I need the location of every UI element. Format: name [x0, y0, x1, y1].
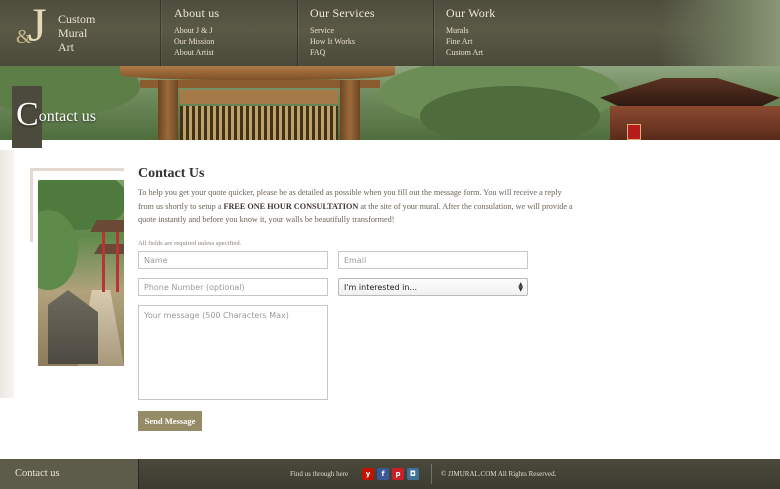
site-logo[interactable]: & J Custom Mural Art [12, 2, 162, 60]
email-field[interactable]: Email [338, 251, 528, 269]
contact-heading: Contact Us [138, 166, 205, 181]
pagoda-door [627, 124, 641, 140]
painting-pillar [116, 232, 119, 292]
gate-post [158, 80, 178, 140]
interest-select-value: I'm interested in... [344, 283, 418, 292]
page-title: Contact us [16, 98, 96, 132]
gate-post [340, 80, 360, 140]
footer: Contact us Find us through here y f p ◘ … [0, 459, 780, 489]
nav-heading-services[interactable]: Our Services [310, 6, 375, 21]
nav-link-faq[interactable]: FAQ [310, 47, 375, 58]
name-field[interactable]: Name [138, 251, 328, 269]
nav-link-how-it-works[interactable]: How It Works [310, 36, 375, 47]
nav-link-about-artist[interactable]: About Artist [174, 47, 219, 58]
gate-roof [120, 66, 395, 80]
facebook-icon[interactable]: f [377, 468, 389, 480]
nav-divider [433, 0, 434, 66]
gate-panel [180, 90, 338, 104]
logo-line-3: Art [58, 40, 74, 54]
pagoda-roof [600, 78, 780, 106]
footer-title: Contact us [15, 468, 60, 479]
side-strip [0, 150, 14, 398]
select-arrows-icon: ▲ ▼ [518, 281, 523, 293]
painting-pillar [102, 232, 105, 292]
interest-select[interactable]: I'm interested in... ▲ ▼ [338, 278, 528, 296]
nav-group-work: Our Work Murals Fine Art Custom Art [446, 6, 495, 58]
contact-intro: To help you get your quote quicker, plea… [138, 186, 578, 227]
nav-link-murals[interactable]: Murals [446, 25, 495, 36]
nav-link-service[interactable]: Service [310, 25, 375, 36]
top-navigation: & J Custom Mural Art About us About J & … [0, 0, 780, 66]
page-title-initial: C [16, 96, 39, 133]
phone-field[interactable]: Phone Number (optional) [138, 278, 328, 296]
find-us-label: Find us through here [290, 470, 349, 478]
required-fields-note: All fields are required unless specified… [138, 240, 242, 247]
nav-heading-about[interactable]: About us [174, 6, 219, 21]
instagram-icon[interactable]: ◘ [407, 468, 419, 480]
send-message-button[interactable]: Send Message [138, 411, 202, 431]
nav-link-custom-art[interactable]: Custom Art [446, 47, 495, 58]
mural-painting-image [38, 180, 124, 366]
nav-divider [297, 0, 298, 66]
painting-roof [94, 244, 124, 254]
banner-foliage [420, 86, 600, 140]
intro-highlight: FREE ONE HOUR CONSULTATION [223, 201, 359, 211]
gate-lattice [180, 106, 338, 140]
copyright-text: © JJMURAL.COM All Rights Reserved. [441, 470, 557, 478]
yelp-icon[interactable]: y [362, 468, 374, 480]
footer-separator [138, 459, 139, 489]
logo-text: Custom Mural Art [58, 12, 95, 54]
nav-link-about-jj[interactable]: About J & J [174, 25, 219, 36]
logo-line-1: Custom [58, 12, 96, 26]
page-title-rest: ontact us [38, 108, 97, 125]
logo-line-2: Mural [58, 26, 88, 40]
nav-link-our-mission[interactable]: Our Mission [174, 36, 219, 47]
nav-heading-work[interactable]: Our Work [446, 6, 495, 21]
nav-group-about: About us About J & J Our Mission About A… [174, 6, 219, 58]
nav-group-services: Our Services Service How It Works FAQ [310, 6, 375, 58]
pinterest-icon[interactable]: p [392, 468, 404, 480]
footer-divider [431, 464, 432, 484]
logo-letter: J [28, 0, 47, 52]
nav-divider [160, 0, 161, 66]
message-textarea[interactable]: Your message (500 Characters Max) [138, 305, 328, 400]
hero-banner-image [0, 66, 780, 140]
nav-link-fine-art[interactable]: Fine Art [446, 36, 495, 47]
